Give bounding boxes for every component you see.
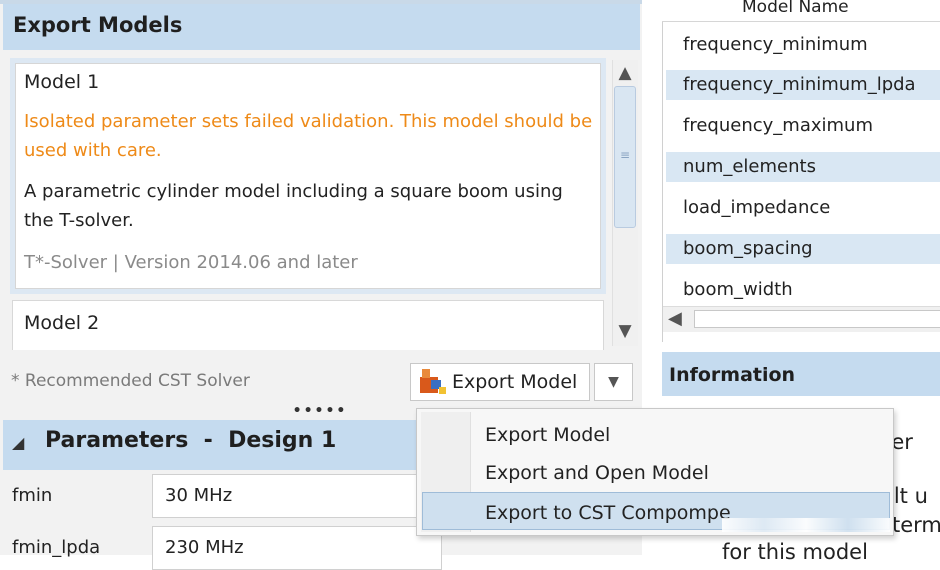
chevron-down-icon[interactable]: ▼ [594, 363, 633, 401]
panel-splitter[interactable]: ••••• [290, 404, 350, 418]
table-row-label: frequency_minimum_lpda [683, 74, 916, 95]
information-text: term [892, 513, 940, 537]
table-row-label: boom_spacing [683, 238, 813, 259]
model-1-name: Model 1 [24, 71, 100, 93]
menu-item-label: Export to CST Compompe [485, 502, 731, 524]
parameters-title: Parameters - Design 1 [45, 428, 337, 453]
scroll-left-icon[interactable]: ◀ [668, 308, 690, 330]
export-model-label: Export Model [452, 371, 578, 393]
model-1-solver-version: T*-Solver | Version 2014.06 and later [24, 252, 358, 273]
grip-icon: ≡ [619, 148, 631, 162]
model-1-description: A parametric cylinder model including a … [24, 181, 563, 231]
fmin-label: fmin [12, 485, 53, 506]
scroll-up-icon[interactable]: ▲ [614, 62, 636, 84]
fmin-value: 30 MHz [165, 485, 233, 506]
table-row-label: frequency_minimum [683, 34, 868, 55]
table-row-label: boom_width [683, 279, 793, 300]
export-model-icon [420, 369, 446, 394]
render-artifact [722, 518, 890, 532]
menu-item-label: Export and Open Model [485, 462, 709, 484]
scroll-down-icon[interactable]: ▼ [614, 318, 636, 344]
model-1-warning: Isolated parameter sets failed validatio… [24, 111, 593, 161]
table-row-label: load_impedance [683, 197, 831, 218]
information-title: Information [669, 364, 796, 386]
table-row-label: num_elements [683, 156, 816, 177]
menu-item-label: Export Model [485, 424, 611, 446]
recommended-solver-note: * Recommended CST Solver [11, 371, 250, 391]
scrollbar-thumb[interactable] [694, 310, 940, 328]
column-header-label: Model Name [742, 0, 849, 17]
model-2-card[interactable] [12, 300, 604, 350]
table-row-label: frequency_maximum [683, 115, 873, 136]
collapse-icon[interactable]: ◢ [12, 433, 24, 452]
model-2-name: Model 2 [24, 312, 100, 334]
export-models-title: Export Models [13, 13, 183, 37]
information-text: for this model [722, 540, 868, 564]
